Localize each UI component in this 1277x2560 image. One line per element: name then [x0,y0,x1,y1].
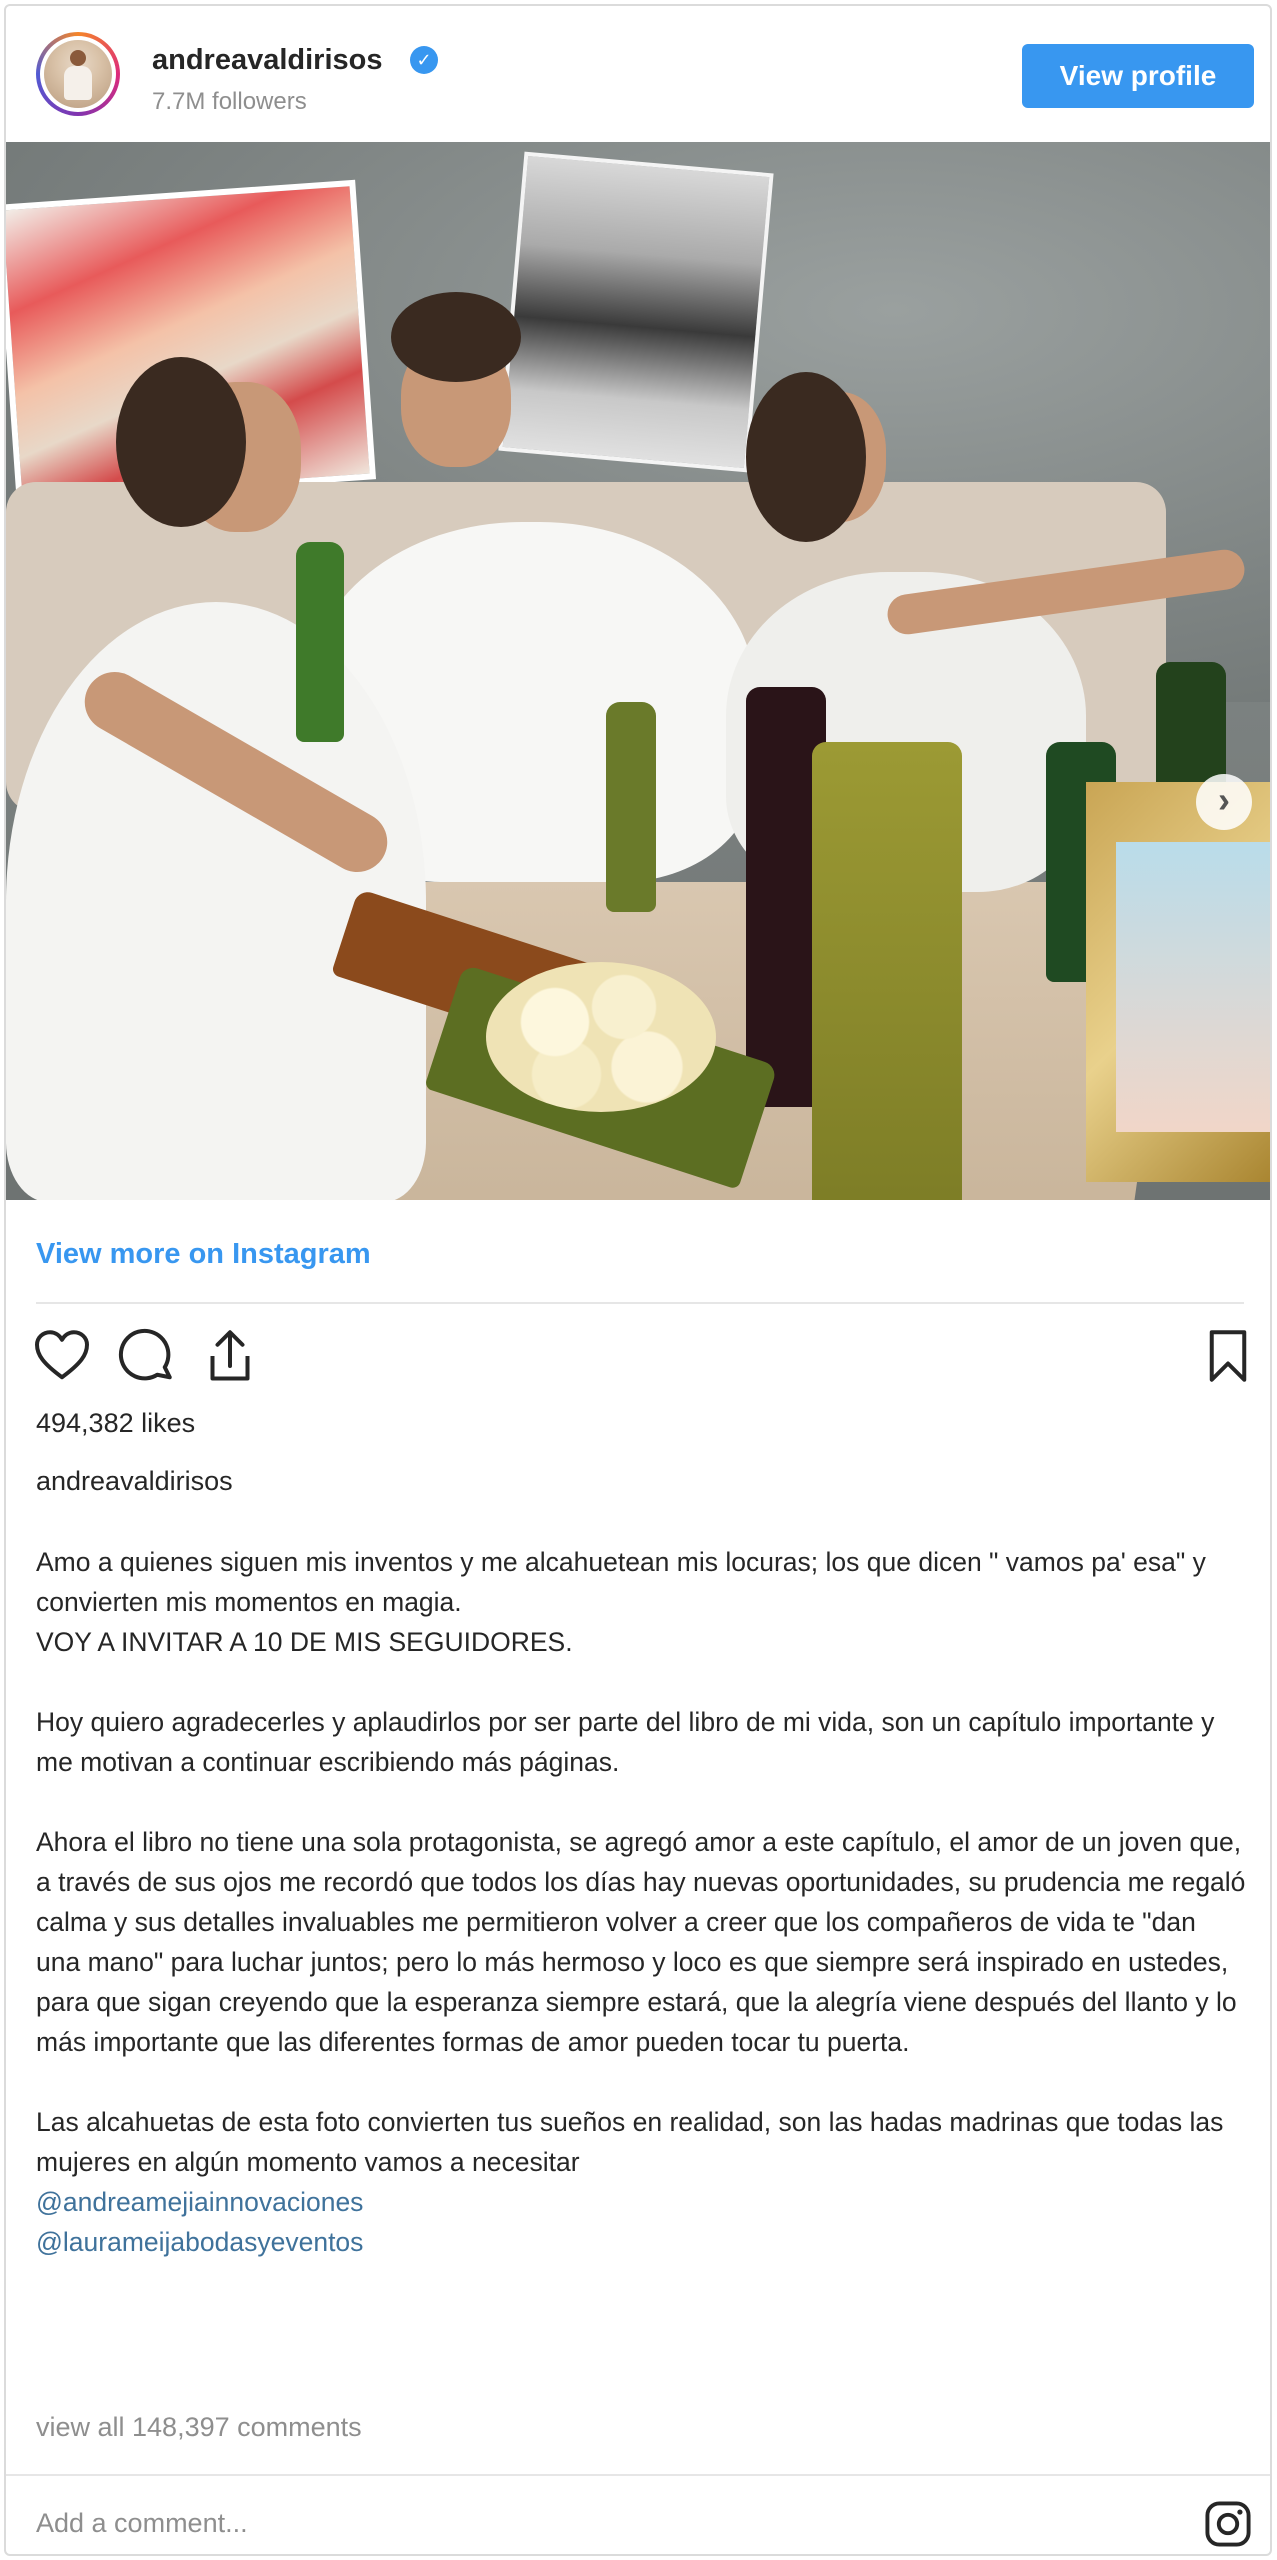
caption-paragraph: Ahora el libro no tiene una sola protago… [36,1827,1246,2057]
post-header: andreavaldirisos ✓ 7.7M followers View p… [6,6,1270,142]
avatar[interactable] [36,32,120,116]
mention-link[interactable]: @laurameijabodasyeventos [36,2222,1246,2262]
heart-icon[interactable] [32,1326,92,1386]
caption-paragraph: Amo a quienes siguen mis inventos y me a… [36,1547,1206,1657]
painting-cow [498,151,774,473]
instagram-embed-card: andreavaldirisos ✓ 7.7M followers View p… [4,4,1272,2556]
comment-icon[interactable] [116,1326,176,1386]
next-photo-icon[interactable]: › [1196,774,1252,830]
divider [6,2474,1270,2476]
post-caption: Amo a quienes siguen mis inventos y me a… [36,1542,1246,2262]
view-more-link[interactable]: View more on Instagram [36,1238,371,1271]
add-comment-input[interactable]: Add a comment... [36,2508,248,2539]
verified-badge-icon: ✓ [410,46,438,74]
avatar-photo [44,40,112,108]
follower-count: 7.7M followers [152,88,307,115]
divider [36,1302,1244,1304]
post-photo[interactable]: › [6,142,1270,1200]
instagram-logo-icon[interactable] [1202,2498,1254,2550]
flower-bouquet [486,962,716,1112]
caption-author[interactable]: andreavaldirisos [36,1466,233,1497]
bookmark-icon[interactable] [1198,1326,1258,1386]
share-icon[interactable] [200,1326,260,1386]
username[interactable]: andreavaldirisos [152,44,383,77]
caption-paragraph: Hoy quiero agradecerles y aplaudirlos po… [36,1707,1215,1777]
caption-paragraph: Las alcahuetas de esta foto convierten t… [36,2107,1224,2177]
view-profile-button[interactable]: View profile [1022,44,1254,108]
mention-link[interactable]: @andreamejiainnovaciones [36,2182,1246,2222]
view-all-comments-link[interactable]: view all 148,397 comments [36,2412,362,2443]
like-count[interactable]: 494,382 likes [36,1408,195,1439]
